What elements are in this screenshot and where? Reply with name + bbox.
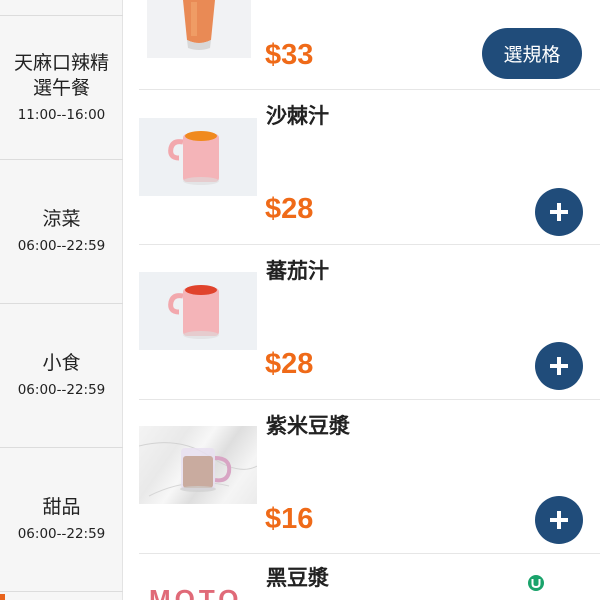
product-item[interactable]: 沙棘汁 $28 xyxy=(139,90,600,245)
active-category-indicator xyxy=(0,594,5,600)
category-name: 天麻口辣精選午餐 xyxy=(13,51,109,99)
product-price: $28 xyxy=(265,193,314,225)
u-badge-icon xyxy=(527,574,545,592)
product-item[interactable]: 紫米豆漿 $16 xyxy=(139,400,600,554)
category-item-snacks[interactable]: 小食 06:00--22:59 xyxy=(0,304,123,448)
plus-icon xyxy=(550,357,568,375)
product-list[interactable]: $33 選規格 沙棘汁 $28 蕃茄汁 $28 紫米豆漿 $16 MOTO 黑豆… xyxy=(123,0,600,600)
category-item-cold-dishes[interactable]: 涼菜 06:00--22:59 xyxy=(0,160,123,304)
add-to-cart-button[interactable] xyxy=(535,496,583,544)
product-price: $28 xyxy=(265,348,314,380)
category-name: 甜品 xyxy=(42,496,81,518)
tomato-juice-mug-photo xyxy=(139,272,257,350)
add-to-cart-button[interactable] xyxy=(535,188,583,236)
menu-screen: 天麻口辣精選午餐 11:00--16:00 涼菜 06:00--22:59 小食… xyxy=(0,0,600,600)
category-item-desserts[interactable]: 甜品 06:00--22:59 xyxy=(0,448,123,592)
product-item[interactable]: MOTO 黑豆漿 xyxy=(139,554,600,600)
product-price: $16 xyxy=(265,503,314,535)
add-to-cart-button[interactable] xyxy=(535,342,583,390)
category-hours: 11:00--16:00 xyxy=(17,106,106,123)
product-name: 黑豆漿 xyxy=(266,566,329,590)
category-item-lunch[interactable]: 天麻口辣精選午餐 11:00--16:00 xyxy=(0,16,123,160)
sea-buckthorn-juice-mug-photo xyxy=(139,118,257,196)
product-price: $33 xyxy=(265,39,314,71)
category-item-previous[interactable] xyxy=(0,0,123,16)
category-hours: 06:00--22:59 xyxy=(17,238,106,254)
category-name: 小食 xyxy=(42,352,81,374)
product-item[interactable]: $33 選規格 xyxy=(139,0,600,90)
plus-icon xyxy=(550,203,568,221)
product-name: 蕃茄汁 xyxy=(266,259,329,283)
moto-brand-photo: MOTO xyxy=(139,564,257,600)
product-name: 沙棘汁 xyxy=(266,104,329,128)
category-hours: 06:00--22:59 xyxy=(17,382,106,398)
purple-rice-soy-milk-glass-photo xyxy=(139,426,257,504)
orange-iced-drink-photo xyxy=(147,0,251,58)
plus-icon xyxy=(550,511,568,529)
product-item[interactable]: 蕃茄汁 $28 xyxy=(139,245,600,400)
select-options-button[interactable]: 選規格 xyxy=(482,28,582,79)
category-name: 涼菜 xyxy=(42,208,81,230)
moto-logo-text: MOTO xyxy=(149,584,243,600)
product-name: 紫米豆漿 xyxy=(266,414,350,438)
category-hours: 06:00--22:59 xyxy=(17,526,106,542)
category-sidebar: 天麻口辣精選午餐 11:00--16:00 涼菜 06:00--22:59 小食… xyxy=(0,0,123,600)
